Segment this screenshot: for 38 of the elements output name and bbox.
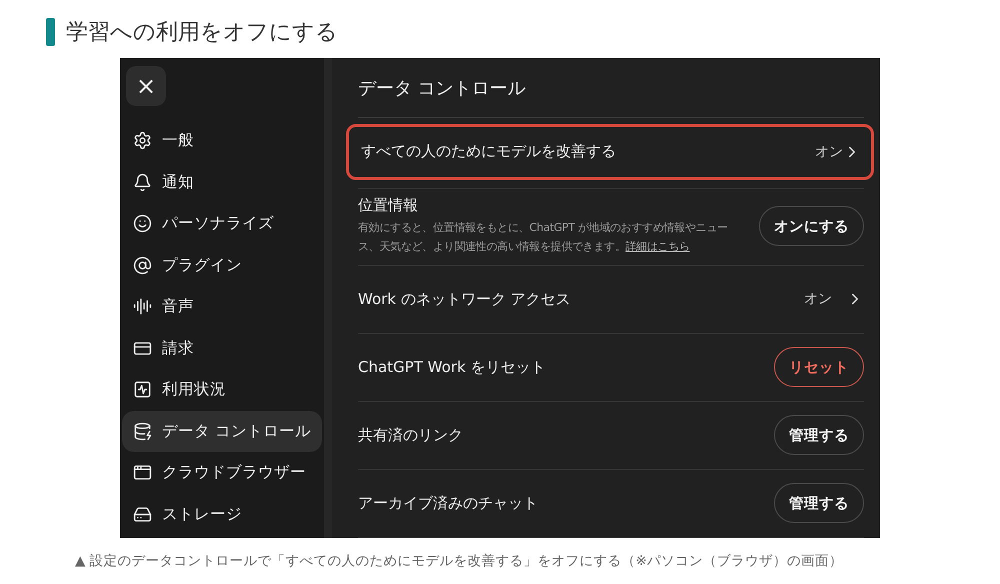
- setting-label: アーカイブ済みのチャット: [358, 494, 539, 513]
- action-button[interactable]: 管理する: [774, 483, 864, 524]
- sidebar-item[interactable]: 通知: [122, 162, 322, 203]
- close-button[interactable]: ×: [126, 66, 166, 106]
- setting-description: 有効にすると、位置情報をもとに、ChatGPT が地域のおすすめ情報やニュース、天気など、より関連性の高い情報を提供できます。詳細はこちら: [358, 220, 729, 256]
- sidebar-item[interactable]: プラグイン: [122, 244, 322, 286]
- settings-icon: [133, 131, 152, 150]
- sidebar-item[interactable]: ストレージ: [122, 494, 322, 535]
- window-icon: [133, 463, 152, 482]
- audio-lines-icon: [133, 297, 152, 316]
- setting-value: オン: [815, 142, 843, 161]
- setting-label: 共有済のリンク: [358, 426, 464, 445]
- sidebar-item[interactable]: データ コントロール: [122, 410, 322, 452]
- database-icon: [133, 422, 152, 441]
- drive-icon: [133, 504, 152, 524]
- at-sign-icon: [133, 256, 152, 275]
- details-link[interactable]: 詳細はこちら: [626, 240, 690, 254]
- sidebar-item[interactable]: クラウドブラウザー: [122, 452, 322, 494]
- setting-label: 位置情報: [358, 196, 419, 216]
- image-caption: ▲ 設定のデータコントロールで「すべての人のためにモデルを改善する」をオフにする（※パソコン（ブラウザ）の画面）: [75, 552, 844, 570]
- setting-label: ChatGPT Work をリセット: [358, 358, 546, 377]
- sidebar-item[interactable]: パーソナライズ: [122, 203, 322, 244]
- sidebar-item[interactable]: 音声: [122, 286, 322, 328]
- action-button[interactable]: オンにする: [759, 206, 864, 246]
- setting-value: オン: [804, 290, 832, 308]
- setting-label: Work のネットワーク アクセス: [358, 290, 572, 309]
- heading-bar: [46, 18, 55, 46]
- action-button[interactable]: 管理する: [774, 415, 864, 456]
- chart-icon: [133, 380, 152, 400]
- reset-button[interactable]: リセット: [774, 347, 864, 388]
- panel-title: データ コントロール: [358, 58, 864, 118]
- sidebar-item[interactable]: 請求: [122, 328, 322, 369]
- setting-label: すべての人のためにモデルを改善する: [361, 142, 617, 162]
- sidebar-item[interactable]: 利用状況: [122, 369, 322, 410]
- section-heading: 学習への利用をオフにする: [66, 19, 338, 47]
- smile-icon: [133, 214, 152, 234]
- bell-icon: [133, 172, 152, 192]
- sidebar-item[interactable]: 一般: [122, 120, 322, 162]
